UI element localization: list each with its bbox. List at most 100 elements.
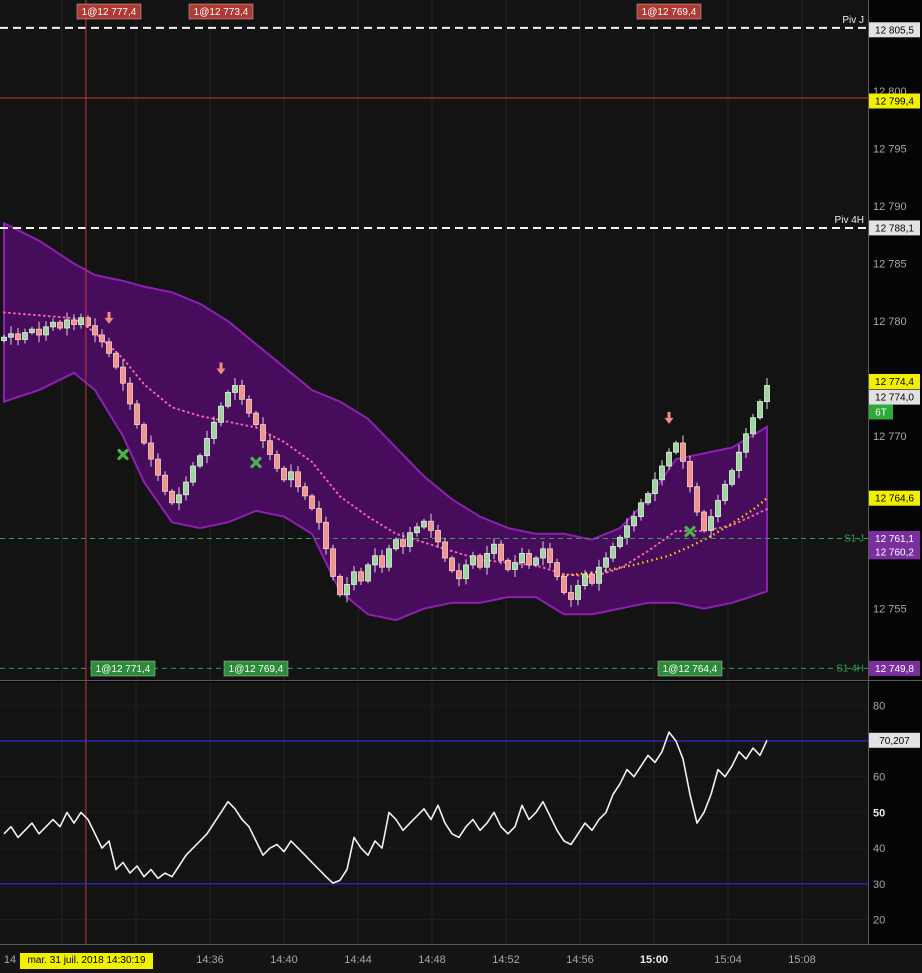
- candle-body: [379, 555, 385, 568]
- candle-body: [50, 321, 56, 328]
- candle-body: [253, 412, 259, 426]
- price-tick-label: 12 770: [873, 431, 907, 443]
- oscillator-tick-label: 30: [873, 879, 885, 891]
- candle-body: [295, 471, 301, 488]
- time-label: 15:00: [640, 954, 668, 966]
- candle-body: [680, 442, 686, 462]
- candle-body: [505, 559, 511, 570]
- candle-body: [498, 543, 504, 561]
- candle-body: [1, 336, 7, 342]
- candle-body: [694, 486, 700, 513]
- buy-order-tag-label: 1@12 771,4: [96, 664, 151, 675]
- candle-body: [435, 530, 441, 543]
- candle-body: [113, 352, 119, 368]
- candle-body: [519, 553, 525, 564]
- oscillator-tick-label: 20: [873, 915, 885, 927]
- price-tick-label: 12 755: [873, 604, 907, 616]
- candle-body: [638, 502, 644, 517]
- candle-body: [757, 401, 763, 419]
- price-axis-box-label: 12 749,8: [875, 664, 914, 675]
- time-label: 14:48: [418, 954, 446, 966]
- time-label: 14:52: [492, 954, 520, 966]
- candle-body: [288, 471, 294, 481]
- chart-canvas[interactable]: Piv J Piv 4H S1 J S1 4H 1@12 777,4 1@12 773,4…: [0, 0, 922, 973]
- time-label: 15:04: [714, 954, 742, 966]
- price-tick-label: 12 795: [873, 144, 907, 156]
- candle-body: [421, 520, 427, 528]
- candle-body: [568, 592, 574, 600]
- oscillator-tick-label: 40: [873, 843, 885, 855]
- candle-body: [554, 562, 560, 577]
- candle-body: [414, 526, 420, 534]
- candle-body: [470, 555, 476, 566]
- candle-body: [232, 385, 238, 393]
- candle-body: [617, 536, 623, 547]
- candle-body: [736, 451, 742, 472]
- candle-body: [687, 460, 693, 488]
- candle-body: [372, 555, 378, 566]
- sell-order-tag-label: 1@12 777,4: [82, 7, 137, 18]
- candle-body: [547, 548, 553, 563]
- candle-body: [512, 562, 518, 570]
- candle-body: [596, 566, 602, 584]
- candle-body: [673, 442, 679, 453]
- price-tick-label: 12 785: [873, 259, 907, 271]
- candle-body: [8, 333, 14, 338]
- candle-body: [309, 495, 315, 509]
- candle-body: [204, 437, 210, 457]
- candle-body: [729, 470, 735, 485]
- time-label: 14:40: [270, 954, 298, 966]
- candle-body: [134, 403, 140, 425]
- candle-body: [246, 398, 252, 414]
- buy-order-tag-label: 1@12 769,4: [229, 664, 284, 675]
- candle-body: [750, 417, 756, 435]
- candle-body: [15, 333, 21, 340]
- candle-body: [197, 455, 203, 467]
- candle-body: [701, 511, 707, 531]
- candle-body: [484, 553, 490, 568]
- candle-body: [141, 424, 147, 444]
- time-label: 14:36: [196, 954, 224, 966]
- price-axis-box-label: 12 788,1: [875, 223, 914, 234]
- price-tick-label: 12 780: [873, 316, 907, 328]
- time-label: 15:08: [788, 954, 816, 966]
- candle-body: [764, 385, 770, 403]
- time-label: 14:44: [344, 954, 372, 966]
- candle-body: [57, 321, 63, 329]
- candle-body: [148, 442, 154, 460]
- crosshair-time-box: mar. 31 juil. 2018 14:30:19: [20, 953, 153, 969]
- oscillator-tick-label: 60: [873, 772, 885, 784]
- candle-body: [36, 328, 42, 336]
- candle-body: [351, 571, 357, 585]
- level-label: S1 J: [844, 533, 864, 544]
- buy-order-tag-label: 1@12 764,4: [663, 664, 718, 675]
- level-label: Piv J: [842, 15, 864, 26]
- candle-body: [92, 325, 98, 336]
- oscillator-tick-label: 80: [873, 700, 885, 712]
- candle-body: [302, 486, 308, 497]
- oscillator-value-label: 70,207: [879, 736, 910, 747]
- candle-body: [106, 341, 112, 354]
- candle-body: [400, 539, 406, 547]
- price-axis-bg[interactable]: [868, 0, 922, 945]
- candle-body: [267, 440, 273, 455]
- candle-body: [666, 451, 672, 467]
- candle-body: [561, 576, 567, 593]
- candle-body: [393, 539, 399, 550]
- price-axis-box-label: 12 774,0: [875, 393, 914, 404]
- sell-order-tag-label: 1@12 773,4: [194, 7, 249, 18]
- candle-body: [99, 334, 105, 343]
- candle-body: [323, 521, 329, 550]
- sell-order-tag-label: 1@12 769,4: [642, 7, 697, 18]
- candle-body: [743, 433, 749, 453]
- candle-body: [386, 548, 392, 568]
- candle-body: [428, 520, 434, 531]
- trading-app-window: Piv J Piv 4H S1 J S1 4H 1@12 777,4 1@12 773,4…: [0, 0, 922, 973]
- candle-body: [22, 332, 28, 340]
- candle-body: [29, 328, 35, 334]
- oscillator-tick-label: 50: [873, 807, 885, 819]
- time-label: 14:56: [566, 954, 594, 966]
- candle-body: [78, 317, 84, 326]
- candle-body: [71, 319, 77, 325]
- candle-body: [225, 391, 231, 407]
